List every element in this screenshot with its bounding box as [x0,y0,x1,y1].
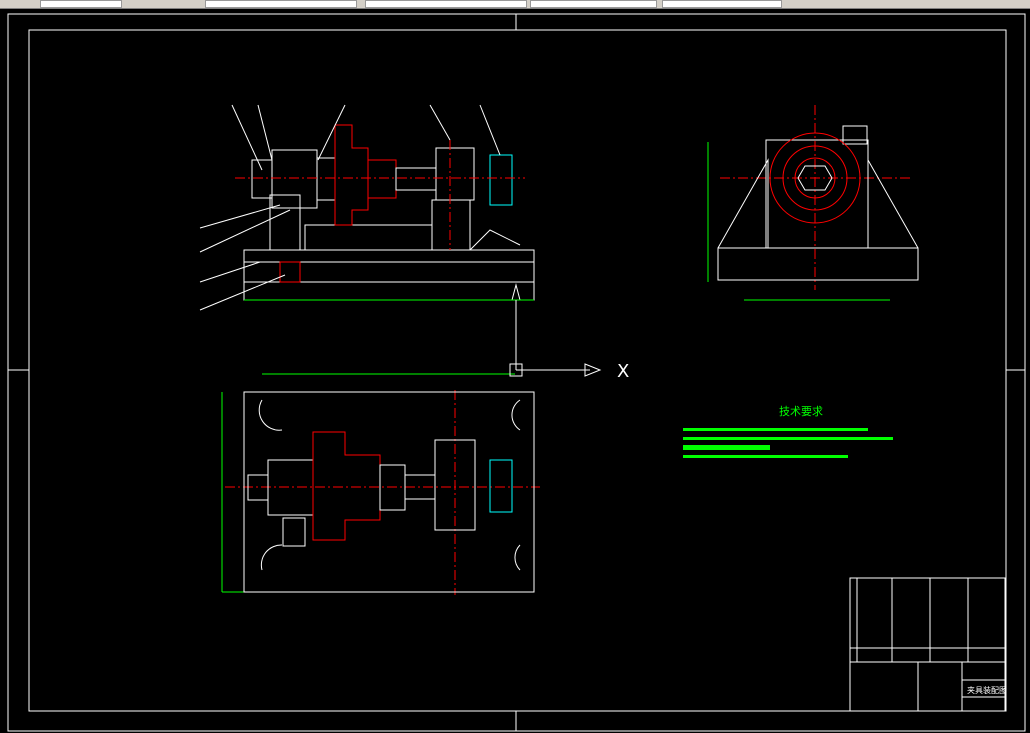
taskbar-button[interactable] [365,0,527,8]
sheet-outer-border [7,13,1026,732]
side-view [717,125,919,281]
taskbar-button[interactable] [40,0,122,8]
drawing-name: 夹具装配图 [967,685,1007,695]
taskbar-button[interactable] [205,0,357,8]
axis-x-label: X [617,361,629,382]
tech-requirements-title: 技术要求 [779,405,823,418]
taskbar-button[interactable] [530,0,657,8]
center-lines [225,105,910,595]
leader-lines [199,104,501,311]
taskbar [0,0,1030,9]
front-view [243,124,535,301]
drawing-canvas[interactable]: X 技术要求 夹具装配图 [0,9,1030,733]
ucs-axis-icon [509,300,602,377]
top-view [243,391,535,593]
taskbar-button[interactable] [662,0,782,8]
technical-requirements: 技术要求 [683,405,893,458]
dimension-lines [221,142,890,593]
